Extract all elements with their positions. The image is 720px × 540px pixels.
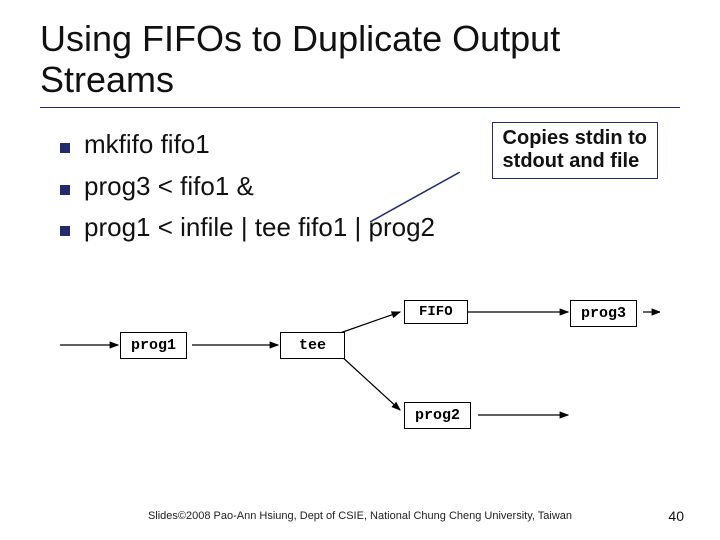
flow-diagram: prog1 tee FIFO prog3 prog2 <box>60 300 660 470</box>
bullet-icon <box>60 226 70 236</box>
page-number: 40 <box>668 508 684 524</box>
box-prog3: prog3 <box>570 300 637 327</box>
bullet-icon <box>60 185 70 195</box>
box-tee: tee <box>280 332 345 359</box>
footer-text: Slides©2008 Pao-Ann Hsiung, Dept of CSIE… <box>0 510 720 522</box>
callout-box: Copies stdin to stdout and file <box>492 122 658 179</box>
callout-line2: stdout and file <box>503 150 647 173</box>
bullet-text: prog3 < fifo1 & <box>84 170 254 204</box>
bullet-icon <box>60 143 70 153</box>
title-underline <box>40 107 680 108</box>
bullet-text: mkfifo fifo1 <box>84 128 210 162</box>
box-prog2: prog2 <box>404 402 471 429</box>
box-prog1: prog1 <box>120 332 187 359</box>
bullet-text: prog1 < infile | tee fifo1 | prog2 <box>84 211 435 245</box>
box-fifo: FIFO <box>404 300 468 324</box>
slide-title: Using FIFOs to Duplicate Output Streams <box>40 18 680 101</box>
list-item: prog1 < infile | tee fifo1 | prog2 <box>60 211 680 245</box>
callout-line1: Copies stdin to <box>503 127 647 150</box>
